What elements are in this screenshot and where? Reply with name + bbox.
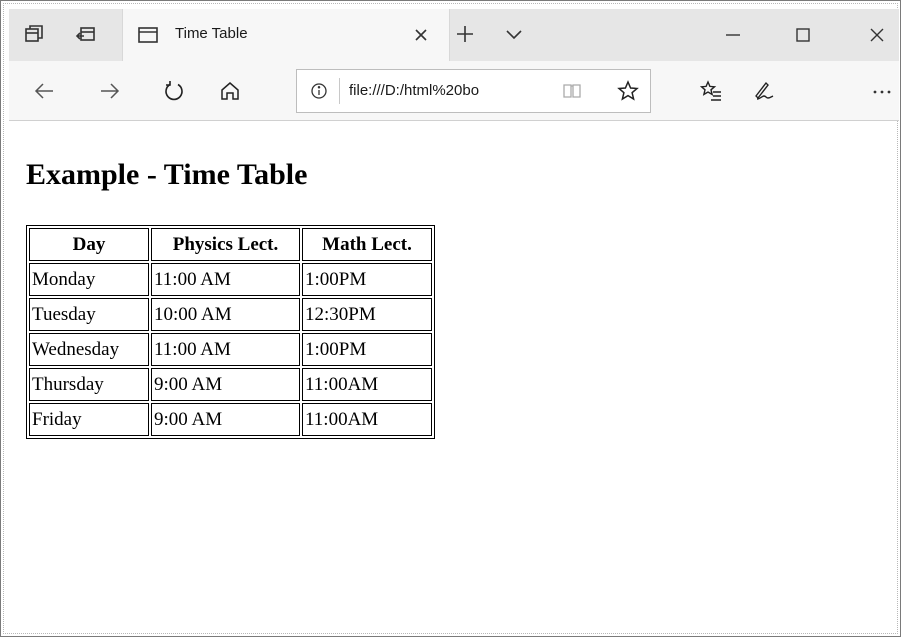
column-header: Day xyxy=(29,228,149,261)
new-tab-icon[interactable] xyxy=(454,23,476,45)
reading-view-icon[interactable] xyxy=(562,81,582,101)
restore-tabs-icon[interactable] xyxy=(75,23,97,45)
table-row: Thursday 9:00 AM 11:00AM xyxy=(29,368,432,401)
table-cell: Friday xyxy=(29,403,149,436)
table-row: Wednesday 11:00 AM 1:00PM xyxy=(29,333,432,366)
table-cell: 9:00 AM xyxy=(151,403,300,436)
close-tab-icon[interactable] xyxy=(411,25,431,45)
forward-arrow-icon[interactable] xyxy=(99,80,121,102)
tab-title: Time Table xyxy=(175,25,248,42)
address-divider xyxy=(339,78,340,104)
back-arrow-icon[interactable] xyxy=(33,80,55,102)
table-cell: 12:30PM xyxy=(302,298,432,331)
column-header: Math Lect. xyxy=(302,228,432,261)
page-icon xyxy=(137,24,159,46)
table-cell: Thursday xyxy=(29,368,149,401)
info-icon[interactable] xyxy=(309,81,329,101)
table-cell: Tuesday xyxy=(29,298,149,331)
table-cell: Wednesday xyxy=(29,333,149,366)
table-cell: 9:00 AM xyxy=(151,368,300,401)
favorite-star-icon[interactable] xyxy=(617,80,639,102)
column-header: Physics Lect. xyxy=(151,228,300,261)
refresh-icon[interactable] xyxy=(163,80,185,102)
tab-list-chevron-icon[interactable] xyxy=(503,23,525,45)
favorites-icon[interactable] xyxy=(700,80,722,102)
table-cell: 11:00 AM xyxy=(151,263,300,296)
page-content: Example - Time Table Day Physics Lect. M… xyxy=(9,122,899,634)
address-bar[interactable]: file:///D:/html%20bo xyxy=(296,69,651,113)
table-cell: 10:00 AM xyxy=(151,298,300,331)
more-icon[interactable] xyxy=(871,80,893,102)
table-cell: 11:00AM xyxy=(302,368,432,401)
pen-icon[interactable] xyxy=(753,80,775,102)
maximize-icon[interactable] xyxy=(791,23,815,47)
home-icon[interactable] xyxy=(219,80,241,102)
table-row: Monday 11:00 AM 1:00PM xyxy=(29,263,432,296)
table-cell: Monday xyxy=(29,263,149,296)
table-row: Friday 9:00 AM 11:00AM xyxy=(29,403,432,436)
table-row: Tuesday 10:00 AM 12:30PM xyxy=(29,298,432,331)
time-table: Day Physics Lect. Math Lect. Monday 11:0… xyxy=(26,225,435,439)
navigation-bar: file:///D:/html%20bo xyxy=(9,61,899,121)
tab-strip: Time Table xyxy=(9,9,899,61)
table-cell: 11:00 AM xyxy=(151,333,300,366)
table-header-row: Day Physics Lect. Math Lect. xyxy=(29,228,432,261)
table-cell: 1:00PM xyxy=(302,333,432,366)
address-url[interactable]: file:///D:/html%20bo xyxy=(349,82,479,99)
tabs-aside-icon[interactable] xyxy=(23,23,45,45)
table-cell: 11:00AM xyxy=(302,403,432,436)
minimize-icon[interactable] xyxy=(721,23,745,47)
browser-window: Time Table file:///D:/html%20bo Example … xyxy=(0,0,901,637)
close-window-icon[interactable] xyxy=(865,23,889,47)
tab-time-table[interactable]: Time Table xyxy=(122,9,450,61)
table-cell: 1:00PM xyxy=(302,263,432,296)
page-title: Example - Time Table xyxy=(26,158,308,191)
